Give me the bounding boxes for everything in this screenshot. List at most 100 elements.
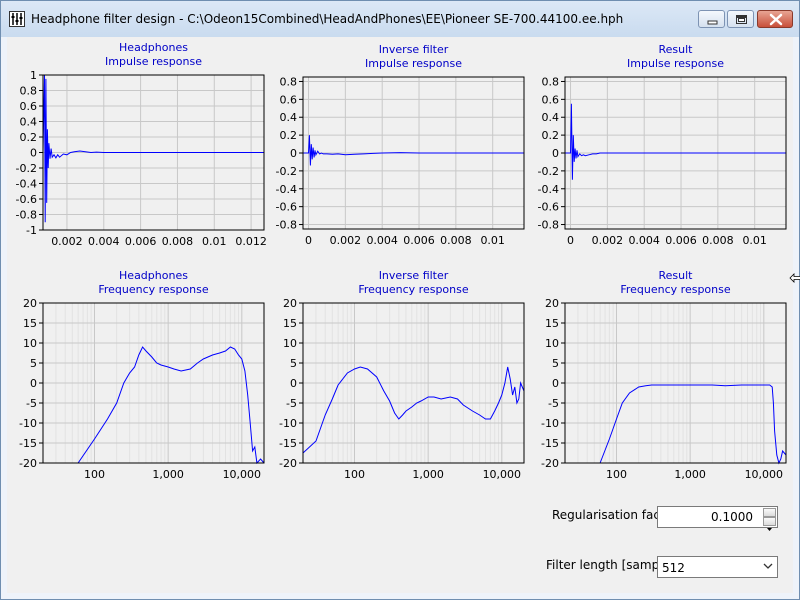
- x-tick-label: 100: [344, 468, 365, 481]
- x-tick-label: 0.002: [330, 234, 362, 247]
- y-tick-label: -0.2: [16, 162, 37, 175]
- x-tick-label: 0.004: [88, 235, 120, 248]
- x-tick-label: 10,000: [745, 468, 784, 481]
- x-tick-label: 0.006: [403, 234, 435, 247]
- y-tick-label: 15: [545, 317, 559, 330]
- y-tick-label: 20: [545, 297, 559, 310]
- y-tick-label: 5: [552, 357, 559, 370]
- y-tick-label: -10: [541, 417, 559, 430]
- x-tick-label: 0.008: [162, 235, 194, 248]
- x-tick-label: 0.004: [628, 234, 660, 247]
- minimize-icon: [707, 20, 718, 25]
- maximize-button[interactable]: [727, 10, 754, 28]
- close-button[interactable]: [757, 10, 793, 28]
- y-tick-label: 15: [23, 317, 37, 330]
- y-tick-label: 10: [283, 337, 297, 350]
- plot-4: HeadphonesFrequency response100 1,000 10,0…: [19, 269, 265, 481]
- y-tick-label: 0.8: [542, 75, 560, 88]
- y-tick-label: 5: [290, 357, 297, 370]
- plot-6: ResultFrequency response100 1,000 10,00020…: [541, 269, 787, 481]
- y-tick-label: 0.6: [20, 100, 38, 113]
- y-tick-label: -0.8: [538, 219, 559, 232]
- x-tick-label: 0: [305, 234, 312, 247]
- plot-title: Result: [659, 43, 694, 56]
- plot-subtitle: Frequency response: [98, 283, 209, 296]
- y-tick-label: 0: [552, 147, 559, 160]
- y-tick-label: -0.6: [16, 193, 37, 206]
- filter-length-value: 512: [662, 561, 685, 575]
- y-tick-label: -0.6: [538, 201, 559, 214]
- plot-title: Result: [659, 269, 694, 282]
- filter-length-dropdown[interactable]: 512: [657, 556, 778, 578]
- y-tick-label: 0: [30, 147, 37, 160]
- x-tick-label: 0.002: [592, 234, 624, 247]
- y-tick-label: -0.8: [16, 209, 37, 222]
- y-tick-label: 0.8: [280, 75, 298, 88]
- plot-2: Inverse filterImpulse response 0 0.002 0.00…: [276, 43, 525, 247]
- y-tick-label: -15: [541, 437, 559, 450]
- plot-title: Headphones: [119, 41, 188, 54]
- title-bar[interactable]: Headphone filter design - C:\Odeon15Comb…: [1, 1, 799, 37]
- y-tick-label: -0.4: [16, 178, 37, 191]
- x-tick-label: 0.002: [51, 235, 83, 248]
- y-tick-label: 0.8: [20, 85, 38, 98]
- x-tick-label: 100: [84, 468, 105, 481]
- spin-down-button[interactable]: [763, 517, 776, 531]
- y-tick-label: -0.4: [538, 183, 559, 196]
- y-tick-label: 0.2: [20, 131, 38, 144]
- y-tick-label: -20: [541, 457, 559, 470]
- y-tick-label: 0.6: [280, 93, 298, 106]
- y-tick-label: 20: [23, 297, 37, 310]
- x-tick-label: 0.01: [742, 234, 767, 247]
- plot-subtitle: Impulse response: [627, 57, 724, 70]
- x-tick-label: 0.012: [235, 235, 267, 248]
- plot-subtitle: Impulse response: [105, 55, 202, 68]
- y-tick-label: -15: [19, 437, 37, 450]
- y-tick-label: 0.4: [20, 116, 38, 129]
- y-tick-label: -5: [286, 397, 297, 410]
- y-tick-label: 0.2: [280, 129, 298, 142]
- y-tick-label: -0.6: [276, 201, 297, 214]
- spin-up-button[interactable]: [763, 508, 776, 522]
- y-tick-label: 0.2: [542, 129, 560, 142]
- y-tick-label: -1: [26, 224, 37, 237]
- y-tick-label: 1: [30, 69, 37, 82]
- x-tick-label: 0.01: [202, 235, 227, 248]
- plot-subtitle: Frequency response: [620, 283, 731, 296]
- y-tick-label: -0.8: [276, 219, 297, 232]
- x-tick-label: 0.01: [480, 234, 505, 247]
- x-tick-label: 0.008: [440, 234, 472, 247]
- resize-cursor-icon: [789, 273, 800, 283]
- y-tick-label: 0.4: [280, 111, 298, 124]
- y-tick-label: 5: [30, 357, 37, 370]
- minimize-button[interactable]: [698, 10, 725, 28]
- headphone-filter-window: Headphone filter design - C:\Odeon15Comb…: [0, 0, 800, 600]
- x-tick-label: 100: [606, 468, 627, 481]
- y-tick-label: 10: [23, 337, 37, 350]
- plot-title: Inverse filter: [379, 269, 449, 282]
- y-tick-label: 0.4: [542, 111, 560, 124]
- y-tick-label: 0: [290, 147, 297, 160]
- y-tick-label: -5: [548, 397, 559, 410]
- y-tick-label: -0.4: [276, 183, 297, 196]
- y-tick-label: -10: [19, 417, 37, 430]
- y-tick-label: -15: [279, 437, 297, 450]
- arrow-down-icon: [767, 528, 772, 531]
- regularisation-factor-value[interactable]: 0.1000: [711, 510, 753, 524]
- plot-5: Inverse filterFrequency response100 1,000…: [279, 269, 525, 481]
- maximize-icon: [736, 15, 747, 24]
- y-tick-label: -20: [279, 457, 297, 470]
- y-tick-label: -10: [279, 417, 297, 430]
- app-icon: [9, 11, 25, 27]
- plot-subtitle: Frequency response: [358, 283, 469, 296]
- regularisation-factor-spinner[interactable]: 0.1000: [657, 506, 778, 531]
- plot-title: Inverse filter: [379, 43, 449, 56]
- x-tick-label: 0.008: [702, 234, 734, 247]
- y-tick-label: 15: [283, 317, 297, 330]
- y-tick-label: 0.6: [542, 93, 560, 106]
- plot-title: Headphones: [119, 269, 188, 282]
- y-tick-label: -0.2: [276, 165, 297, 178]
- window-title: Headphone filter design - C:\Odeon15Comb…: [31, 12, 624, 26]
- plot-1: HeadphonesImpulse response 0.002 0.004 0.00…: [16, 41, 267, 248]
- x-tick-label: 0.006: [665, 234, 697, 247]
